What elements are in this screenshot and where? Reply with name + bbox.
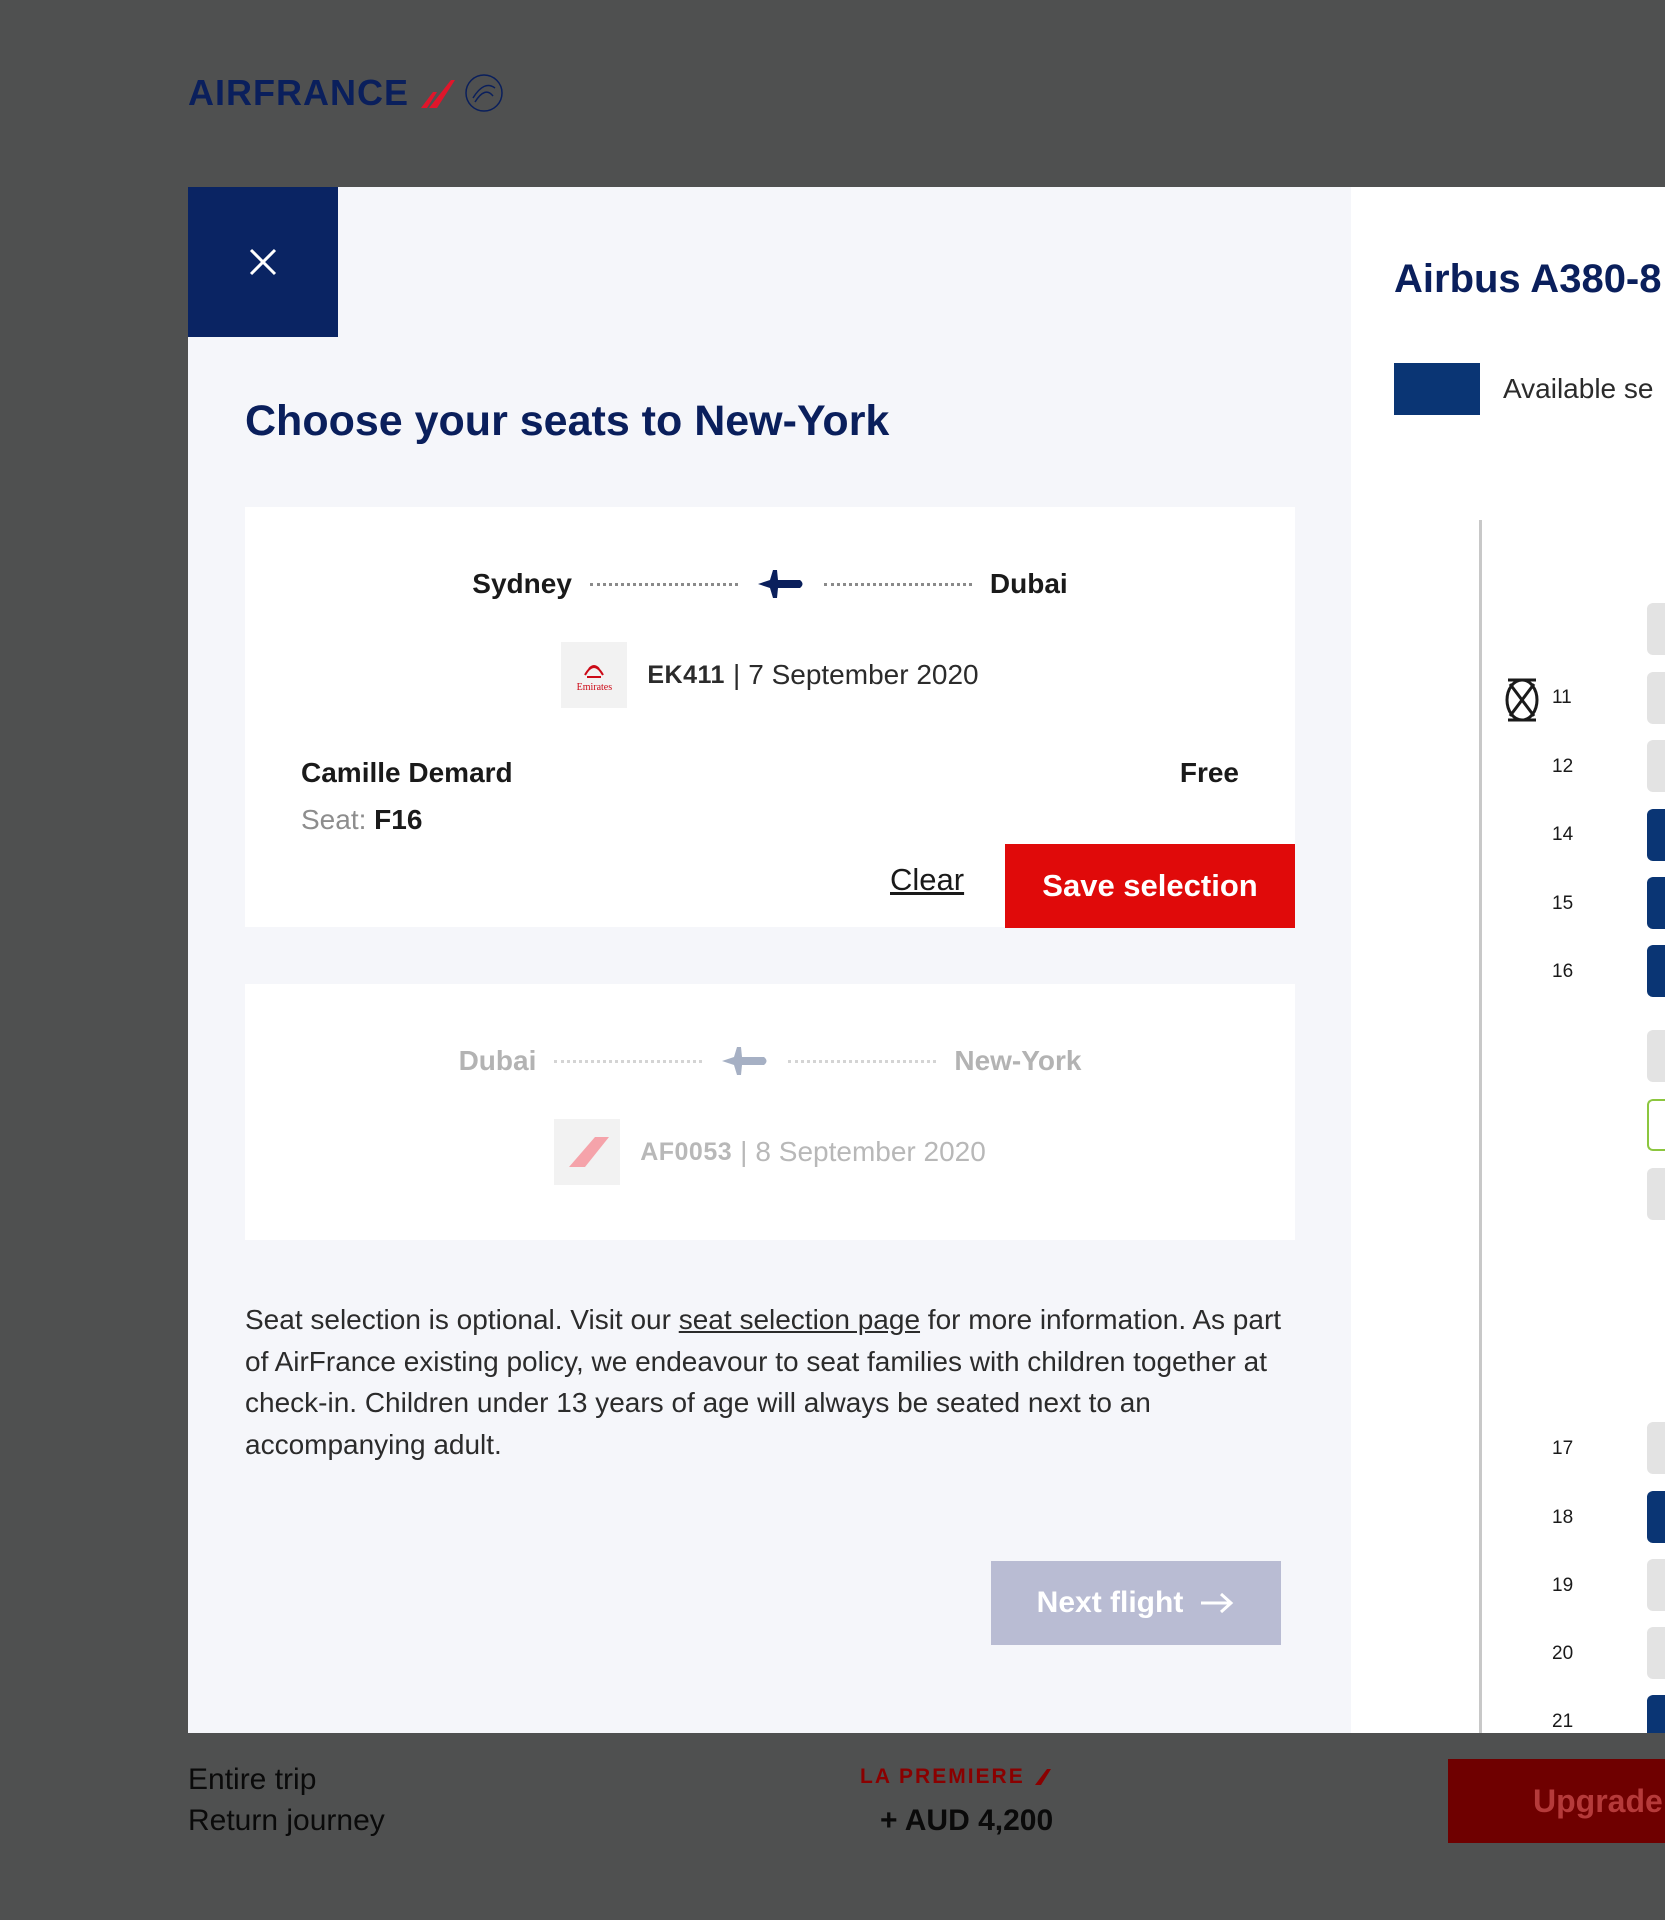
route-dots (788, 1059, 937, 1063)
seat-selection-page-link[interactable]: seat selection page (679, 1304, 920, 1335)
seat-taken (1647, 740, 1665, 792)
journey-label: Return journey (188, 1804, 385, 1837)
page-title: Choose your seats to New-York (245, 397, 890, 445)
seat-policy-text: Seat selection is optional. Visit our se… (245, 1299, 1305, 1465)
flight-card-active[interactable]: Sydney Dubai Emirates EK411 | 7 Septembe… (245, 507, 1295, 928)
flight-date: 7 September 2020 (748, 659, 979, 690)
row-number: 11 (1552, 687, 1572, 708)
seat-label: Seat: (301, 804, 367, 835)
passenger-name: Camille Demard (301, 757, 513, 788)
origin-city: Dubai (458, 1045, 537, 1076)
seat-available[interactable] (1647, 945, 1665, 997)
close-icon (249, 248, 277, 276)
close-button[interactable] (188, 187, 338, 337)
seat-taken (1647, 1627, 1665, 1679)
row-number: 20 (1552, 1643, 1574, 1664)
row-number: 18 (1552, 1507, 1574, 1528)
row-number: 17 (1552, 1438, 1574, 1459)
origin-city: Sydney (472, 568, 572, 599)
flight-number: EK411 (647, 660, 725, 689)
aircraft-title: Airbus A380-8 (1394, 257, 1662, 301)
flight-date: 8 September 2020 (755, 1136, 986, 1167)
seat-taken (1647, 603, 1665, 655)
info-text-1: Seat selection is optional. Visit our (245, 1304, 679, 1335)
upgrade-price: + AUD 4,200 (880, 1804, 1054, 1837)
plane-icon (722, 1047, 767, 1075)
seat-available[interactable] (1647, 877, 1665, 929)
row-number: 19 (1552, 1575, 1574, 1596)
row-number: 15 (1552, 893, 1574, 914)
seat-assignment: Seat: F16 (301, 804, 422, 836)
next-flight-button[interactable]: Next flight (991, 1561, 1281, 1645)
available-seat-swatch (1394, 363, 1480, 415)
skyteam-icon (465, 74, 503, 112)
cabin-label: LA PREMIERE (860, 1765, 1025, 1788)
row-number: 21 (1552, 1711, 1574, 1732)
route-dots (554, 1059, 703, 1063)
airfrance-stripe-icon (1034, 1769, 1051, 1786)
seat-selection-modal: Choose your seats to New-York Sydney Dub… (188, 187, 1665, 1733)
seat-taken (1647, 672, 1665, 724)
route-dots (823, 582, 972, 586)
seat-taken (1647, 1030, 1665, 1082)
no-seat-icon (1505, 678, 1539, 722)
emirates-emblem-icon (584, 665, 605, 678)
seat-available[interactable] (1647, 1491, 1665, 1543)
seat-taken (1647, 1422, 1665, 1474)
seat-available[interactable] (1647, 1695, 1665, 1733)
seat-extra-legroom[interactable] (1647, 1099, 1665, 1151)
flight-number: AF0053 (640, 1137, 733, 1166)
airfrance-airline-logo (554, 1119, 621, 1185)
seat-taken (1647, 1168, 1665, 1220)
flight-info: AF0053 | 8 September 2020 (245, 1119, 1295, 1185)
seat-taken (1647, 1559, 1665, 1611)
fuselage-line (1479, 520, 1482, 1733)
emirates-logo: Emirates (561, 642, 628, 708)
seat-map-panel: Airbus A380-8 Available se 11 12 14 15 1… (1351, 187, 1665, 1733)
seat-price: Free (1179, 757, 1239, 788)
airfrance-stripe-icon (421, 80, 455, 108)
destination-city: New-York (954, 1045, 1082, 1076)
clear-button[interactable]: Clear (890, 862, 964, 898)
flight-route: Sydney Dubai (245, 562, 1295, 606)
la-premiere-logo: LA PREMIERE (860, 1765, 1051, 1789)
save-selection-button[interactable]: Save selection (1005, 844, 1295, 928)
brand-name: AIRFRANCE (188, 72, 409, 113)
arrow-right-icon (1201, 1592, 1234, 1614)
flight-card-inactive[interactable]: Dubai New-York AF0053 | 8 September 2020 (245, 984, 1295, 1240)
flight-route: Dubai New-York (245, 1039, 1295, 1083)
seat-available[interactable] (1647, 809, 1665, 861)
emirates-logo-text: Emirates (576, 682, 613, 693)
seat-value: F16 (374, 804, 423, 835)
row-number: 14 (1552, 824, 1574, 845)
airfrance-stripe-icon (569, 1137, 610, 1167)
route-dots (589, 582, 738, 586)
flight-info: Emirates EK411 | 7 September 2020 (245, 642, 1295, 708)
row-number: 16 (1552, 961, 1574, 982)
upgrade-button[interactable]: Upgrade (1448, 1759, 1665, 1843)
legend-available-label: Available se (1503, 373, 1654, 404)
row-number: 12 (1552, 756, 1574, 777)
separator: | (732, 659, 741, 690)
airfrance-logo: AIRFRANCE (188, 70, 505, 116)
destination-city: Dubai (989, 568, 1068, 599)
next-flight-label: Next flight (1036, 1586, 1184, 1619)
upgrade-label: Upgrade (1533, 1782, 1663, 1819)
trip-label: Entire trip (188, 1763, 317, 1796)
separator: | (740, 1136, 748, 1167)
plane-icon (757, 570, 803, 598)
